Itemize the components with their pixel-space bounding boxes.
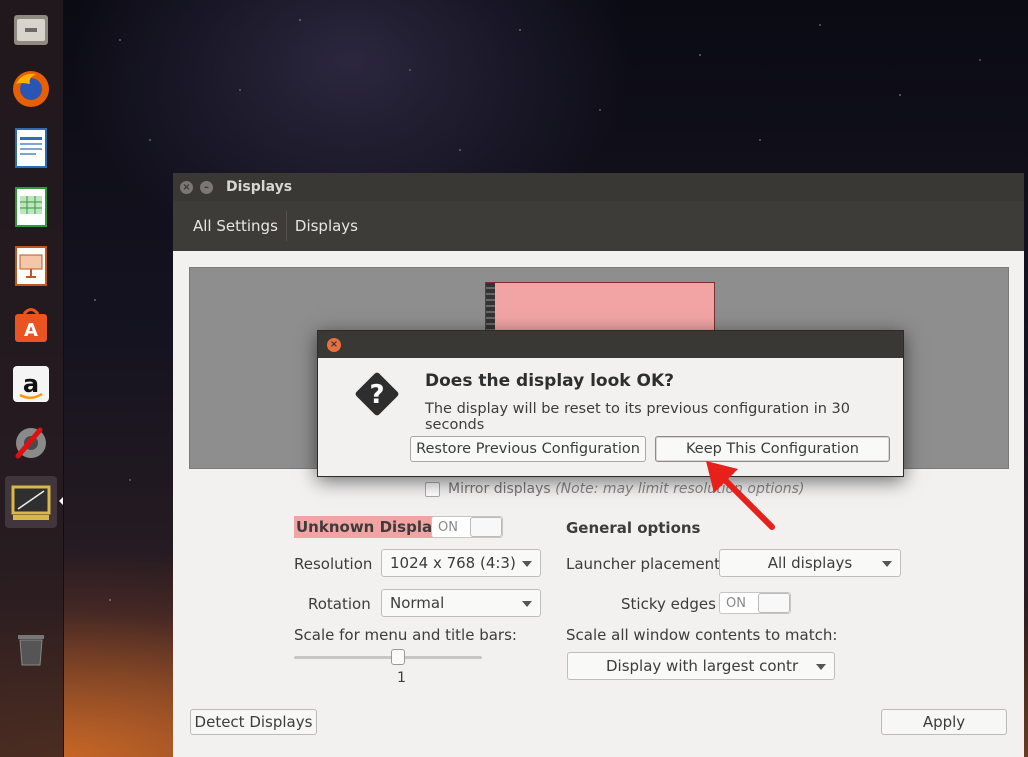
- libreoffice-impress-icon[interactable]: [5, 240, 57, 292]
- display-toggle-label: ON: [438, 519, 458, 535]
- scale-slider[interactable]: [294, 649, 482, 665]
- scale-value: 1: [397, 670, 406, 686]
- resolution-label: Resolution: [294, 555, 373, 573]
- rotation-value: Normal: [390, 594, 445, 612]
- general-options-heading: General options: [566, 519, 701, 537]
- nav-displays[interactable]: Displays: [287, 211, 366, 241]
- nav-all-settings[interactable]: All Settings: [185, 211, 287, 241]
- dialog-titlebar: ×: [318, 331, 903, 358]
- svg-text:A: A: [24, 320, 38, 341]
- window-titlebar: × – Displays: [173, 173, 1024, 201]
- chevron-down-icon: [882, 561, 892, 567]
- mirror-displays-label: Mirror displays: [448, 481, 551, 497]
- scale-all-label: Scale all window contents to match:: [566, 626, 838, 644]
- rotation-select[interactable]: Normal: [381, 589, 541, 617]
- restore-previous-button[interactable]: Restore Previous Configuration: [410, 436, 646, 462]
- minimize-icon[interactable]: –: [200, 180, 213, 194]
- resolution-select[interactable]: 1024 x 768 (4:3): [381, 549, 541, 577]
- scale-all-select[interactable]: Display with largest contr: [567, 652, 835, 680]
- scale-slider-thumb[interactable]: [391, 649, 405, 665]
- toggle-knob: [757, 593, 790, 613]
- launcher-placement-label: Launcher placement: [566, 555, 721, 573]
- launcher-placement-select[interactable]: All displays: [719, 549, 901, 577]
- libreoffice-writer-icon[interactable]: [5, 122, 57, 174]
- mirror-displays-checkbox[interactable]: [425, 481, 440, 497]
- apply-button[interactable]: Apply: [881, 709, 1007, 735]
- resolution-value: 1024 x 768 (4:3): [390, 554, 516, 572]
- displays-icon[interactable]: [5, 476, 57, 528]
- monitor-preview[interactable]: [485, 282, 715, 334]
- question-icon: ?: [351, 368, 403, 424]
- dialog-heading: Does the display look OK?: [425, 371, 674, 391]
- chevron-down-icon: [522, 561, 532, 567]
- svg-text:?: ?: [369, 380, 384, 410]
- ubuntu-software-icon[interactable]: A: [5, 299, 57, 351]
- toggle-knob: [469, 517, 502, 537]
- close-icon[interactable]: ×: [180, 180, 193, 194]
- firefox-icon[interactable]: [5, 63, 57, 115]
- svg-text:a: a: [23, 370, 39, 398]
- launcher: A a: [0, 0, 64, 757]
- dialog-message: The display will be reset to its previou…: [425, 401, 851, 433]
- sticky-edges-toggle[interactable]: ON: [719, 592, 791, 614]
- amazon-icon[interactable]: a: [5, 358, 57, 410]
- trash-icon[interactable]: [5, 622, 57, 674]
- display-toggle[interactable]: ON: [431, 516, 503, 538]
- breadcrumb: All Settings Displays: [173, 201, 1024, 251]
- monitor-launcher-strip: [486, 283, 495, 333]
- chevron-down-icon: [816, 664, 826, 670]
- close-icon[interactable]: ×: [327, 337, 341, 352]
- sticky-edges-toggle-label: ON: [726, 595, 746, 611]
- rotation-label: Rotation: [308, 595, 371, 613]
- scale-menu-label: Scale for menu and title bars:: [294, 626, 517, 644]
- system-settings-icon[interactable]: [5, 417, 57, 469]
- window-title: Displays: [226, 179, 293, 195]
- annotation-arrow-icon: [700, 455, 780, 539]
- files-icon[interactable]: [5, 4, 57, 56]
- detect-displays-button[interactable]: Detect Displays: [190, 709, 317, 735]
- confirm-display-dialog: × ? Does the display look OK? The displa…: [317, 330, 904, 477]
- sticky-edges-label: Sticky edges: [621, 595, 716, 613]
- libreoffice-calc-icon[interactable]: [5, 181, 57, 233]
- active-indicator: [59, 497, 63, 505]
- launcher-placement-value: All displays: [767, 554, 853, 572]
- display-name: Unknown Display: [294, 516, 444, 538]
- chevron-down-icon: [522, 601, 532, 607]
- scale-all-value: Display with largest contr: [606, 657, 799, 675]
